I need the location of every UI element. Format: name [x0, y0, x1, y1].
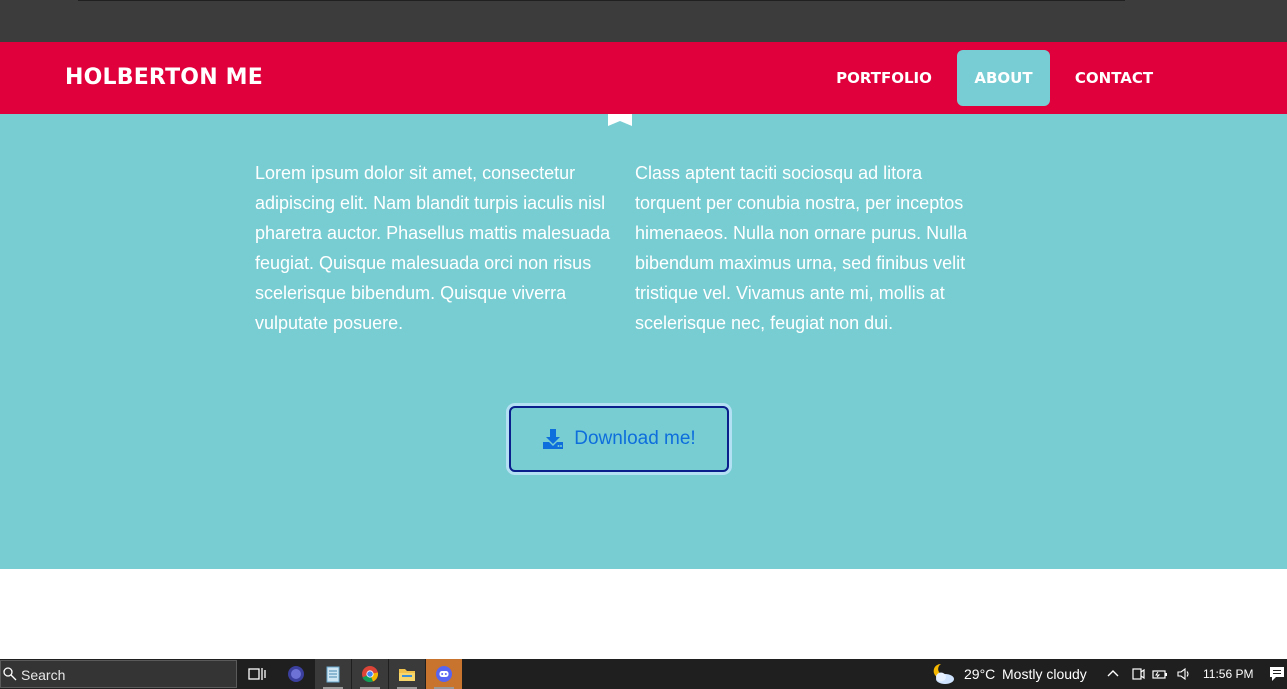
about-text-right: Class aptent taciti sociosqu ad litora t… [635, 163, 968, 333]
download-button[interactable]: Download me! [509, 406, 729, 472]
about-section: Lorem ipsum dolor sit amet, consectetur … [0, 114, 1287, 569]
about-text-left: Lorem ipsum dolor sit amet, consectetur … [255, 163, 611, 333]
chevron-up-icon[interactable] [1105, 666, 1121, 682]
bookmark-icon [608, 114, 632, 126]
page-footer-area [0, 569, 1287, 659]
browser-strip-edge [78, 0, 1125, 1]
brand-logo[interactable]: HOLBERTON ME [65, 42, 263, 114]
nav-portfolio[interactable]: PORTFOLIO [822, 50, 946, 106]
file-explorer-icon[interactable] [389, 659, 425, 689]
navbar: HOLBERTON ME PORTFOLIO ABOUT CONTACT [0, 42, 1287, 114]
weather-temperature[interactable]: 29°C [964, 659, 995, 689]
browser-strip [0, 0, 1287, 42]
meet-now-icon[interactable] [1130, 666, 1146, 682]
task-view-icon[interactable] [239, 659, 275, 689]
chrome-icon[interactable] [352, 659, 388, 689]
download-label: Download me! [574, 428, 696, 449]
volume-icon[interactable] [1176, 666, 1192, 682]
weather-description[interactable]: Mostly cloudy [1002, 659, 1087, 689]
notepad-icon[interactable] [315, 659, 351, 689]
nav-contact[interactable]: CONTACT [1060, 50, 1168, 106]
nav-about[interactable]: ABOUT [957, 50, 1050, 106]
download-icon [543, 429, 564, 449]
weather-cloudy-icon [933, 663, 954, 684]
taskbar: Search 29°C Mostly cloudy 11:56 PM [0, 659, 1287, 689]
search-placeholder: Search [21, 667, 66, 683]
search-icon [3, 667, 17, 681]
mb-app-icon[interactable] [278, 659, 314, 689]
taskbar-search[interactable]: Search [0, 660, 237, 688]
discord-icon[interactable] [426, 659, 462, 689]
clock-time[interactable]: 11:56 PM [1203, 659, 1253, 689]
notifications-icon[interactable] [1268, 666, 1286, 682]
battery-icon[interactable] [1152, 666, 1168, 682]
